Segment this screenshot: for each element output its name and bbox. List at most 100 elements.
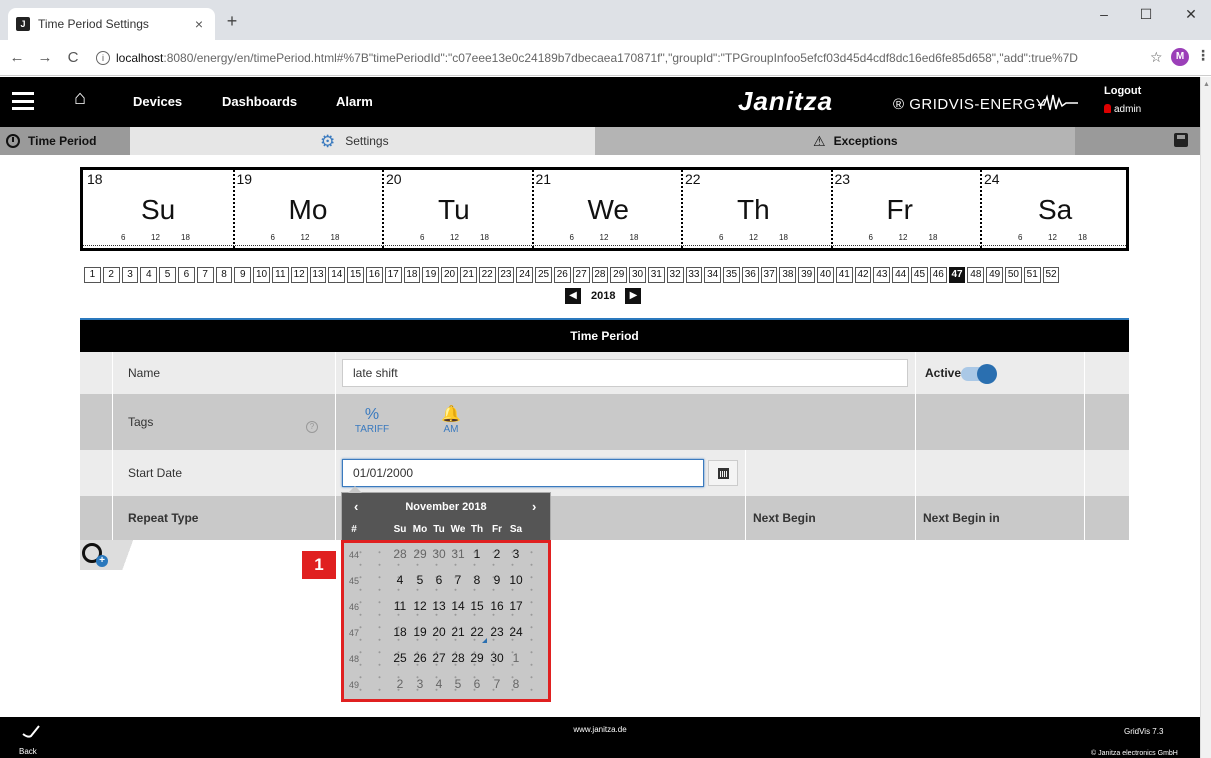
next-month-button[interactable]: › [532,499,536,514]
week-button[interactable]: 1 [84,267,101,283]
day-column[interactable]: 21 We 6 12 18 [531,170,682,248]
week-button[interactable]: 21 [459,267,477,283]
week-button[interactable]: 17 [384,267,402,283]
week-button[interactable]: 12 [290,267,308,283]
page-scrollbar[interactable]: ▲ [1200,77,1211,758]
name-input[interactable]: late shift [342,359,908,387]
week-button[interactable]: 31 [647,267,665,283]
week-button[interactable]: 2 [102,267,120,283]
week-button[interactable]: 45 [911,267,928,283]
back-arrow-icon[interactable]: ← [6,49,28,66]
week-button[interactable]: 39 [798,267,816,283]
week-button[interactable]: 20 [441,267,458,283]
browser-tab[interactable]: J Time Period Settings × [8,8,215,40]
week-button[interactable]: 16 [365,267,383,283]
close-window-button[interactable]: ✕ [1176,6,1206,23]
save-button[interactable] [1075,127,1200,155]
week-button[interactable]: 46 [929,267,947,283]
week-button[interactable]: 11 [271,267,289,283]
toggle-knob[interactable] [977,364,997,384]
back-label[interactable]: Back [19,747,37,756]
active-toggle[interactable] [961,364,997,384]
week-button[interactable]: 49 [986,267,1004,283]
week-button[interactable]: 26 [553,267,571,283]
day-column[interactable]: 19 Mo 6 12 18 [232,170,383,248]
week-button[interactable]: 5 [159,267,176,283]
profile-avatar[interactable]: M [1171,48,1189,66]
week-button[interactable]: 41 [835,267,853,283]
day-column[interactable]: 22 Th 6 12 18 [681,170,831,248]
week-button[interactable]: 32 [666,267,684,283]
logout-link[interactable]: Logout [1104,85,1141,97]
week-button[interactable]: 9 [234,267,252,283]
week-button[interactable]: 50 [1005,267,1022,283]
day-column[interactable]: 20 Tu 6 12 18 [382,170,532,248]
reload-icon[interactable]: C [62,49,84,66]
week-button[interactable]: 48 [967,267,985,283]
bookmark-star-icon[interactable]: ☆ [1150,49,1163,66]
week-button[interactable]: 7 [196,267,214,283]
tag-am[interactable]: 🔔 AM [436,406,466,435]
add-repeat-button[interactable]: + [80,540,140,570]
calendar-button[interactable] [708,460,738,486]
week-button[interactable]: 13 [309,267,327,283]
week-button[interactable]: 14 [328,267,346,283]
week-button[interactable]: 28 [591,267,609,283]
week-button[interactable]: 4 [140,267,158,283]
home-icon[interactable]: ⌂ [74,87,86,110]
day-column[interactable]: 24 Sa 6 12 18 [980,170,1130,248]
week-button[interactable]: 43 [873,267,891,283]
footer-url[interactable]: www.janitza.de [0,725,1200,734]
tab-close-icon[interactable]: × [191,16,207,32]
week-button[interactable]: 27 [572,267,590,283]
week-button[interactable]: 51 [1023,267,1041,283]
week-button[interactable]: 8 [215,267,233,283]
nav-dashboards[interactable]: Dashboards [222,94,297,109]
week-button[interactable]: 36 [741,267,759,283]
tab-settings[interactable]: ⚙ Settings [130,127,595,155]
tag-tariff[interactable]: % TARIFF [352,406,392,435]
week-button[interactable]: 42 [854,267,872,283]
week-button[interactable]: 47 [948,267,966,283]
scroll-up-icon[interactable]: ▲ [1203,81,1210,88]
week-button[interactable]: 38 [779,267,797,283]
minimize-button[interactable]: – [1089,6,1119,22]
week-button[interactable]: 33 [685,267,703,283]
url-field[interactable]: i localhost:8080/energy/en/timePeriod.ht… [96,44,1176,72]
week-button[interactable]: 22 [478,267,496,283]
week-button[interactable]: 6 [177,267,195,283]
week-button[interactable]: 19 [422,267,440,283]
help-icon[interactable]: ? [306,421,318,433]
week-button[interactable]: 37 [760,267,778,283]
nav-devices[interactable]: Devices [133,94,182,109]
week-button[interactable]: 25 [535,267,552,283]
info-icon[interactable]: i [96,50,110,65]
week-timeline[interactable]: 18 Su 6 12 18 19 Mo 6 12 18 20 Tu 6 12 18 21 We 6 12 18 22 Th… [80,167,1129,251]
prev-year-button[interactable]: ◀ [565,288,581,304]
hamburger-menu-icon[interactable] [12,92,34,110]
prev-month-button[interactable]: ‹ [354,499,358,514]
tab-exceptions[interactable]: ⚠ Exceptions [595,127,1075,155]
week-button[interactable]: 40 [817,267,834,283]
week-button[interactable]: 3 [121,267,139,283]
maximize-button[interactable]: ☐ [1131,6,1161,23]
week-button[interactable]: 10 [253,267,270,283]
week-button[interactable]: 29 [610,267,628,283]
week-button[interactable]: 44 [892,267,910,283]
day-column[interactable]: 23 Fr 6 12 18 [830,170,981,248]
week-button[interactable]: 23 [497,267,515,283]
week-button[interactable]: 35 [723,267,740,283]
week-button[interactable]: 34 [704,267,722,283]
browser-menu-icon[interactable]: ⋮ [1196,47,1210,64]
week-button[interactable]: 30 [629,267,646,283]
time-period-section[interactable]: Time Period [0,127,130,155]
forward-arrow-icon[interactable]: → [34,49,56,66]
new-tab-button[interactable]: + [224,12,240,30]
week-button[interactable]: 24 [516,267,534,283]
week-button[interactable]: 52 [1042,267,1060,283]
week-button[interactable]: 18 [403,267,421,283]
nav-alarm[interactable]: Alarm [336,94,373,109]
week-button[interactable]: 15 [347,267,364,283]
picker-month-label[interactable]: November 2018 [342,501,550,513]
start-date-input[interactable]: 01/01/2000 [342,459,704,487]
